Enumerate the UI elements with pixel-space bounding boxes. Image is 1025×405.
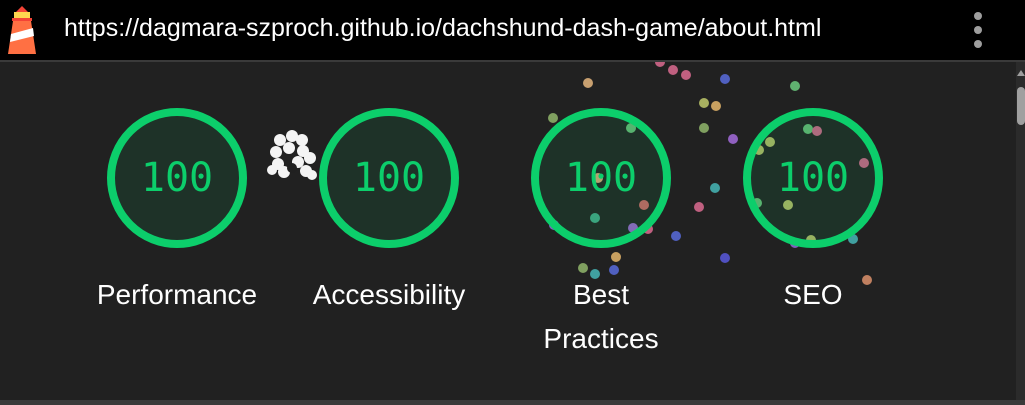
lighthouse-report-scores: 100 Performance 100 Accessibility 100 Be… xyxy=(0,62,1016,400)
gauge-score: 100 xyxy=(140,155,214,201)
url-text[interactable]: https://dagmara-szproch.github.io/dachsh… xyxy=(64,12,821,44)
vertical-scrollbar[interactable] xyxy=(1016,62,1025,400)
lighthouse-icon xyxy=(8,6,36,54)
address-bar: https://dagmara-szproch.github.io/dachsh… xyxy=(0,0,1025,62)
gauge-label-performance: Performance xyxy=(96,279,258,310)
gauge-score: 100 xyxy=(352,155,426,201)
paw-confetti-cluster xyxy=(267,130,317,180)
gauge-accessibility[interactable]: 100 xyxy=(319,108,459,248)
kebab-menu-icon[interactable] xyxy=(966,10,990,50)
gauge-best-practices[interactable]: 100 xyxy=(531,108,671,248)
bottom-divider xyxy=(0,400,1025,405)
scroll-thumb[interactable] xyxy=(1017,87,1025,125)
gauge-seo[interactable]: 100 xyxy=(743,108,883,248)
gauge-score: 100 xyxy=(776,155,850,201)
gauge-label-accessibility: Accessibility xyxy=(312,279,466,310)
gauge-label-best-practices: Best Practices xyxy=(543,279,659,354)
gauge-performance[interactable]: 100 xyxy=(107,108,247,248)
gauge-score: 100 xyxy=(564,155,638,201)
scroll-up-icon[interactable] xyxy=(1017,70,1025,76)
gauge-label-seo: SEO xyxy=(783,279,843,310)
